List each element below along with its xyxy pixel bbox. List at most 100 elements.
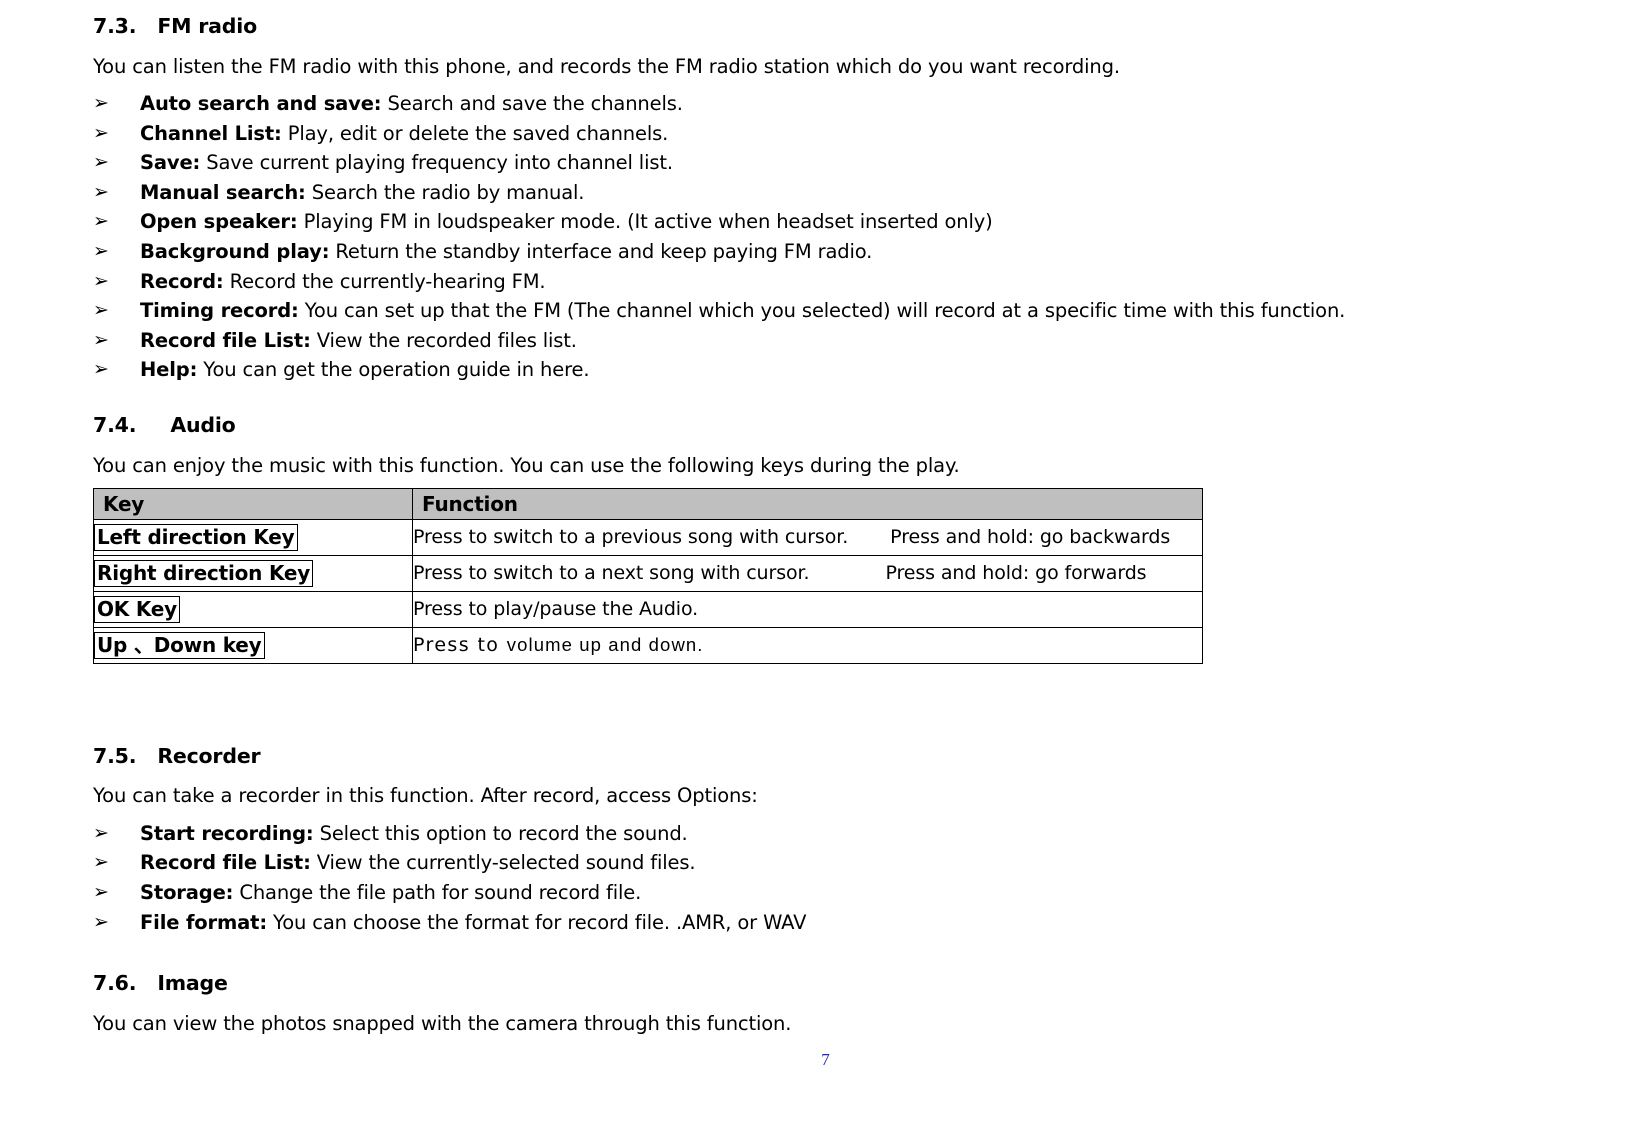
arrow-bullet-icon: ➢ [93, 299, 109, 322]
heading-7-6: 7.6. Image [93, 971, 1533, 996]
list-item-term: Save: [140, 151, 201, 175]
list-item-desc: Search the radio by manual. [305, 180, 585, 204]
arrow-bullet-icon: ➢ [93, 881, 109, 904]
list-item-desc: Record the currently-hearing FM. [223, 269, 546, 293]
table-cell-key: Right direction Key [93, 554, 413, 592]
list-item: ➢ Open speaker: Playing FM in loudspeaker… [93, 207, 1533, 237]
list-item-term: Auto search and save: [140, 91, 382, 115]
list-item: ➢ Help: You can get the operation guide i… [93, 355, 1533, 385]
arrow-bullet-icon: ➢ [93, 91, 109, 114]
list-item-desc: View the currently-selected sound files. [310, 851, 696, 875]
list-item-term: Record file List: [140, 851, 311, 875]
list-item: ➢ Start recording: Select this option to … [93, 819, 1533, 849]
list-item-desc: Select this option to record the sound. [313, 821, 688, 845]
heading-7-5-number: 7.5. [93, 743, 137, 768]
paragraph-image-intro: You can view the photos snapped with the… [93, 1011, 792, 1035]
list-item-desc: Save current playing frequency into chan… [200, 151, 673, 175]
list-item-term: File format: [140, 910, 267, 934]
list-item: ➢ File format: You can choose the format … [93, 908, 1533, 938]
heading-7-6-number: 7.6. [93, 971, 137, 996]
list-item-term: Background play: [140, 239, 330, 263]
list-item: ➢ Manual search: Search the radio by manu… [93, 178, 1533, 208]
key-label-box: OK Key [94, 595, 181, 624]
arrow-bullet-icon: ➢ [93, 328, 109, 351]
function-main-text: Press to [413, 634, 507, 657]
arrow-bullet-icon: ➢ [93, 239, 109, 262]
table-cell-key: Left direction Key [93, 518, 413, 556]
list-item-term: Channel List: [140, 121, 282, 145]
paragraph-audio-intro: You can enjoy the music with this functi… [93, 453, 960, 477]
paragraph-recorder-intro: You can take a recorder in this function… [93, 784, 758, 808]
list-item-desc: Return the standby interface and keep pa… [329, 239, 873, 263]
list-item: ➢ Record file List: View the currently-se… [93, 848, 1533, 878]
heading-7-4: 7.4. Audio [93, 413, 1533, 438]
list-item-desc: Search and save the channels. [381, 91, 683, 115]
arrow-bullet-icon: ➢ [93, 358, 109, 381]
arrow-bullet-icon: ➢ [93, 151, 109, 174]
list-item: ➢ Background play: Return the standby int… [93, 237, 1533, 267]
table-row: OK Key Press to play/pause the Audio. [93, 590, 1203, 628]
arrow-bullet-icon: ➢ [93, 180, 109, 203]
heading-7-4-number: 7.4. [93, 412, 137, 437]
list-item: ➢ Record: Record the currently-hearing FM… [93, 267, 1533, 297]
table-header-row: Key Function [93, 487, 1203, 520]
arrow-bullet-icon: ➢ [93, 910, 109, 933]
list-fm-options: ➢ Auto search and save: Search and save t… [93, 89, 1533, 385]
list-item-desc: Playing FM in loudspeaker mode. (It acti… [297, 210, 993, 234]
list-item-desc: Change the file path for sound record fi… [233, 881, 642, 905]
page-content: 7.3. FM radio You can listen the FM radio… [93, 14, 1533, 1036]
arrow-bullet-icon: ➢ [93, 121, 109, 144]
function-main-text: Press to switch to a next song with curs… [413, 562, 810, 585]
arrow-bullet-icon: ➢ [93, 269, 109, 292]
key-label-box: Left direction Key [94, 523, 298, 552]
function-main-text: Press to play/pause the Audio. [413, 598, 699, 621]
table-row: Right direction Key Press to switch to a… [93, 554, 1203, 592]
list-recorder-options: ➢ Start recording: Select this option to … [93, 819, 1533, 937]
table-cell-function: Press to switch to a next song with curs… [412, 554, 1203, 592]
table-cell-function: Press to play/pause the Audio. [412, 590, 1203, 628]
list-item: ➢ Timing record: You can set up that the … [93, 296, 1533, 326]
table-header-key: Key [93, 487, 413, 520]
list-item: ➢ Record file List: View the recorded fil… [93, 326, 1533, 356]
table-cell-key: Up 、Down key [93, 626, 413, 664]
table-cell-function: Press to volume up and down. [412, 626, 1203, 664]
heading-7-4-title: Audio [170, 412, 236, 437]
heading-7-5-title: Recorder [157, 743, 261, 768]
list-item-term: Manual search: [140, 180, 306, 204]
heading-7-6-title: Image [157, 971, 228, 996]
list-item-term: Storage: [140, 881, 234, 905]
list-item-term: Record: [140, 269, 224, 293]
arrow-bullet-icon: ➢ [93, 851, 109, 874]
list-item-desc: You can choose the format for record fil… [267, 910, 807, 934]
list-item-term: Start recording: [140, 821, 314, 845]
function-extra-text: volume up and down. [506, 634, 704, 656]
function-extra-text: Press and hold: go backwards [890, 526, 1171, 549]
arrow-bullet-icon: ➢ [93, 210, 109, 233]
list-item-desc: View the recorded files list. [310, 328, 577, 352]
table-cell-function: Press to switch to a previous song with … [412, 518, 1203, 556]
list-item-desc: Play, edit or delete the saved channels. [281, 121, 669, 145]
table-header-function: Function [412, 487, 1203, 520]
heading-7-5: 7.5. Recorder [93, 744, 1533, 769]
list-item: ➢ Storage: Change the file path for sound… [93, 878, 1533, 908]
list-item: ➢ Save: Save current playing frequency in… [93, 148, 1533, 178]
heading-7-3-number: 7.3. [93, 14, 137, 38]
list-item: ➢ Auto search and save: Search and save t… [93, 89, 1533, 119]
key-label-box: Right direction Key [94, 559, 314, 588]
paragraph-fm-intro: You can listen the FM radio with this ph… [93, 54, 1120, 78]
heading-7-3: 7.3. FM radio [93, 14, 1533, 39]
list-item-term: Help: [140, 358, 198, 382]
list-item-term: Open speaker: [140, 210, 298, 234]
key-label-box: Up 、Down key [94, 631, 265, 660]
list-item-term: Timing record: [140, 299, 299, 323]
audio-key-table: Key Function Left direction Key Press to… [93, 487, 1203, 664]
list-item-desc: You can get the operation guide in here. [197, 358, 590, 382]
list-item-term: Record file List: [140, 328, 311, 352]
function-main-text: Press to switch to a previous song with … [413, 526, 849, 549]
heading-7-3-title: FM radio [157, 14, 257, 38]
document-page: 7.3. FM radio You can listen the FM radio… [0, 0, 1651, 1137]
page-number: 7 [821, 1050, 830, 1069]
arrow-bullet-icon: ➢ [93, 821, 109, 844]
function-extra-text: Press and hold: go forwards [885, 562, 1147, 585]
table-row: Up 、Down key Press to volume up and down… [93, 626, 1203, 664]
